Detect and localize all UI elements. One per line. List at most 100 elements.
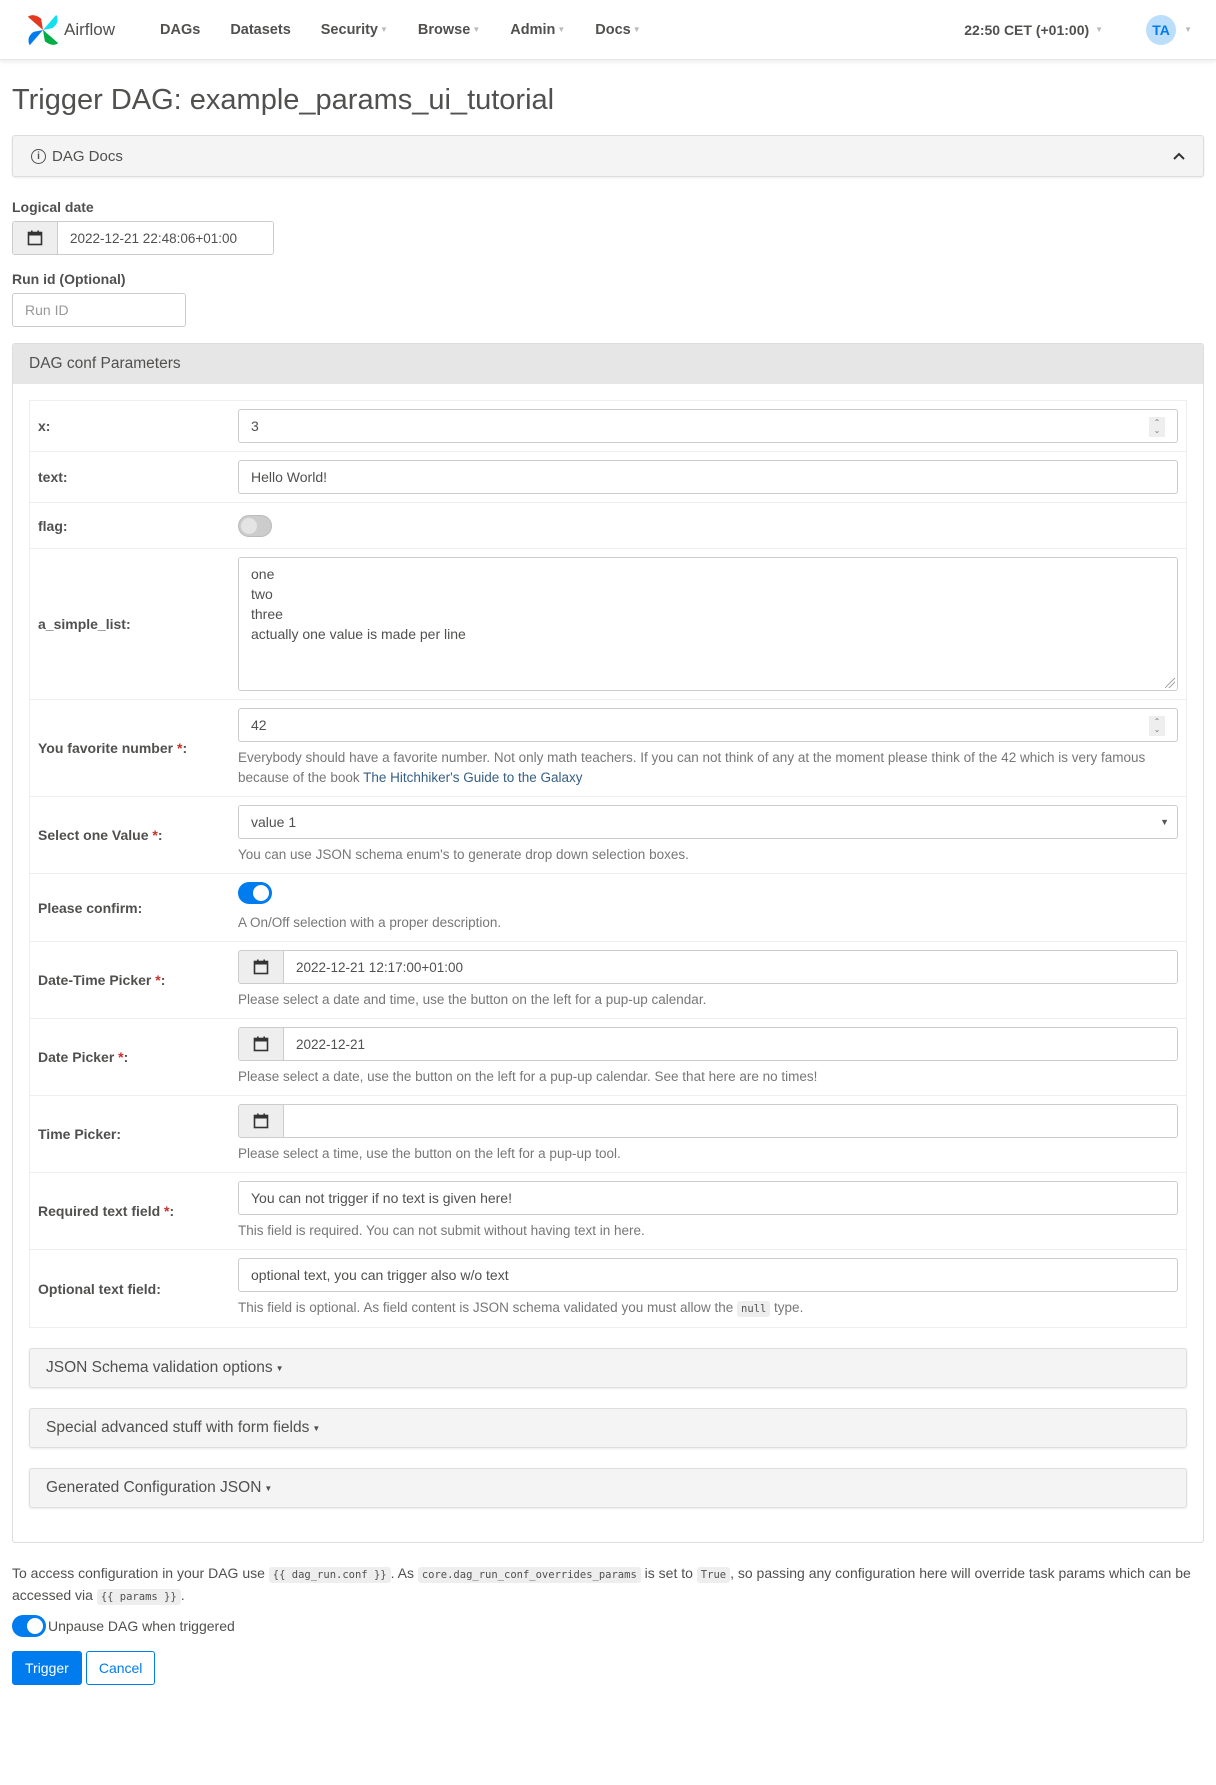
caret-down-icon: ▼ (380, 25, 388, 34)
cancel-button[interactable]: Cancel (85, 1651, 156, 1685)
datetime-picker-help: Please select a date and time, use the b… (238, 992, 707, 1007)
navbar: Airflow DAGs Datasets Security ▼ Browse ▼ … (0, 0, 1216, 60)
nav-browse[interactable]: Browse ▼ (418, 22, 480, 38)
optional-text-input[interactable]: optional text, you can trigger also w/o … (238, 1258, 1178, 1292)
section-label: Special advanced stuff with form fields (46, 1419, 310, 1436)
param-label: Required text field *: (38, 1203, 175, 1219)
caret-down-icon: ▼ (1095, 25, 1104, 34)
airflow-pinwheel-icon (27, 14, 59, 45)
null-code: null (737, 1301, 771, 1317)
section-label: Generated Configuration JSON (46, 1479, 262, 1496)
nav-security-label: Security (320, 21, 378, 38)
logical-date-input[interactable] (58, 222, 273, 254)
date-picker-input[interactable] (284, 1028, 1177, 1060)
datetime-picker-input[interactable] (284, 951, 1177, 983)
number-spinner[interactable]: ⌃ ⌄ (1149, 716, 1165, 736)
special-advanced-toggle[interactable]: Special advanced stuff with form fields ▼ (29, 1408, 1187, 1448)
nav-docs[interactable]: Docs ▼ (595, 22, 640, 38)
optional-text-value: optional text, you can trigger also w/o … (251, 1267, 509, 1283)
resize-grip-icon[interactable] (1165, 678, 1175, 688)
list-line: three (251, 606, 283, 622)
nav-datasets[interactable]: Datasets (230, 22, 290, 38)
date-calendar-button[interactable] (239, 1028, 284, 1060)
param-label: text: (38, 469, 68, 485)
x-number-input[interactable]: 3 ⌃ ⌄ (238, 409, 1178, 443)
logical-date-field (12, 221, 274, 255)
please-confirm-toggle[interactable] (238, 882, 272, 904)
user-menu[interactable]: TA ▼ (1118, 14, 1192, 45)
param-row-required-text: Required text field *: You can not trigg… (30, 1173, 1186, 1250)
generated-config-json-toggle[interactable]: Generated Configuration JSON ▼ (29, 1468, 1187, 1508)
caret-down-icon: ▼ (312, 1423, 321, 1433)
caret-down-icon: ▼ (632, 25, 641, 34)
current-time: 22:50 CET (+01:00) (964, 21, 1090, 38)
nav-admin[interactable]: Admin ▼ (510, 22, 565, 38)
trigger-button[interactable]: Trigger (12, 1651, 82, 1685)
run-id-label: Run id (Optional) (12, 271, 126, 287)
dag-docs-toggle[interactable]: i DAG Docs (12, 135, 1204, 177)
param-label: You favorite number *: (38, 740, 188, 756)
param-row-time-picker: Time Picker: Please select a time, use t… (30, 1096, 1186, 1173)
json-schema-validation-toggle[interactable]: JSON Schema validation options ▼ (29, 1348, 1187, 1388)
select-one-value: value 1 (251, 814, 297, 830)
nav-security[interactable]: Security ▼ (321, 22, 388, 38)
required-text-help: This field is required. You can not subm… (238, 1223, 645, 1238)
unpause-label: Unpause DAG when triggered (48, 1618, 235, 1634)
required-text-input[interactable]: You can not trigger if no text is given … (238, 1181, 1178, 1215)
param-label: Date-Time Picker *: (38, 972, 166, 988)
favorite-number-input[interactable]: 42 ⌃ ⌄ (238, 708, 1178, 742)
dag-conf-panel: DAG conf Parameters x: 3 ⌃⌄ text: Hello (12, 343, 1204, 1543)
dag-docs-label: DAG Docs (52, 147, 123, 165)
optional-text-help: This field is optional. As field content… (238, 1300, 804, 1317)
page-title: Trigger DAG: example_params_ui_tutorial (12, 84, 555, 116)
text-input[interactable]: Hello World! (238, 460, 1178, 494)
datetime-picker-field (238, 950, 1178, 984)
param-label: x: (38, 418, 51, 434)
config-access-note: To access configuration in your DAG use … (12, 1565, 1191, 1605)
logical-date-calendar-button[interactable] (13, 222, 58, 254)
date-picker-field (238, 1027, 1178, 1061)
param-row-datetime-picker: Date-Time Picker *: Please select a date… (30, 942, 1186, 1019)
chevron-up-icon (1173, 152, 1185, 160)
run-id-input[interactable] (12, 293, 186, 327)
please-confirm-help: A On/Off selection with a proper descrip… (238, 915, 502, 930)
param-row-date-picker: Date Picker *: Please select a date, use… (30, 1019, 1186, 1096)
dag-run-conf-code: {{ dag_run.conf }} (268, 1567, 391, 1583)
select-one-dropdown[interactable]: value 1 ▼ (238, 805, 1178, 839)
time-picker-help: Please select a time, use the button on … (238, 1146, 621, 1161)
nav-dags-label: DAGs (160, 21, 201, 38)
true-code: True (696, 1567, 731, 1583)
logical-date-label: Logical date (12, 199, 94, 215)
time-picker-input[interactable] (284, 1105, 1177, 1137)
param-row-please-confirm: Please confirm: A On/Off selection with … (30, 874, 1186, 942)
timezone-dropdown[interactable]: 22:50 CET (+01:00) ▼ (964, 22, 1103, 38)
number-spinner[interactable]: ⌃ ⌄ (1149, 417, 1165, 437)
caret-down-icon: ▼ (1160, 817, 1169, 827)
brand-logo-link[interactable]: Airflow (24, 11, 115, 49)
nav-docs-label: Docs (595, 21, 631, 38)
a-simple-list-textarea[interactable]: one two three actually one value is made… (238, 557, 1178, 691)
info-icon: i (31, 148, 46, 164)
nav-dags[interactable]: DAGs (160, 22, 200, 38)
caret-down-icon: ▼ (1184, 25, 1192, 34)
caret-down-icon: ▼ (275, 1363, 284, 1373)
select-one-help: You can use JSON schema enum's to genera… (238, 847, 689, 862)
time-calendar-button[interactable] (239, 1105, 284, 1137)
params-code: {{ params }} (96, 1589, 181, 1605)
param-row-select-one: Select one Value *: value 1 ▼ You can us… (30, 797, 1186, 874)
calendar-icon (253, 959, 269, 975)
time-picker-field (238, 1104, 1178, 1138)
nav-browse-label: Browse (417, 21, 471, 38)
x-value: 3 (251, 418, 259, 434)
datetime-calendar-button[interactable] (239, 951, 284, 983)
unpause-toggle[interactable] (12, 1615, 46, 1637)
avatar: TA (1146, 14, 1177, 45)
calendar-icon (27, 230, 43, 246)
param-label: Select one Value *: (38, 827, 163, 843)
list-line: two (251, 586, 273, 602)
list-line: actually one value is made per line (251, 626, 466, 642)
nav-admin-label: Admin (510, 21, 556, 38)
flag-toggle[interactable] (238, 515, 272, 537)
nav-datasets-label: Datasets (230, 21, 291, 38)
hitchhikers-guide-link[interactable]: The Hitchhiker's Guide to the Galaxy (363, 770, 582, 785)
